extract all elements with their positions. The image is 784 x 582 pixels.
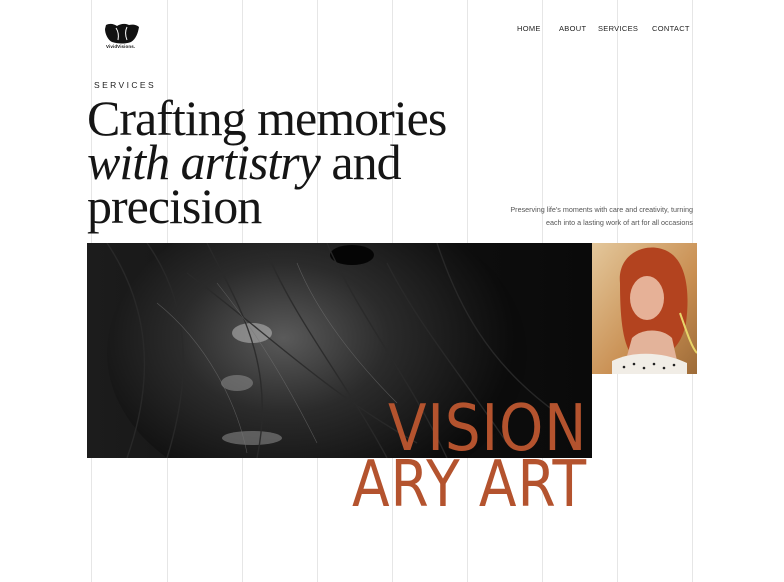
feature-title-line-2: ARY ART — [352, 448, 588, 522]
brand-logo[interactable]: VividVisions. — [104, 22, 144, 54]
tagline-line-2: each into a lasting work of art for all … — [545, 218, 693, 227]
nav-contact-link[interactable]: CONTACT — [652, 24, 690, 33]
hero-headline: Crafting memories with artistry and prec… — [87, 93, 527, 234]
side-photo-image — [592, 243, 697, 374]
section-eyebrow: SERVICES — [94, 80, 157, 90]
brand-name: VividVisions. — [106, 44, 136, 49]
logo-mark-icon — [105, 23, 139, 44]
headline-line-3: precision — [87, 178, 262, 234]
headline-line-2-rest: and — [319, 134, 401, 190]
nav-services-link[interactable]: SERVICES — [598, 24, 638, 33]
nav-home-link[interactable]: HOME — [517, 24, 541, 33]
side-photo — [592, 243, 697, 374]
hero-tagline: Preserving life's moments with care and … — [470, 203, 693, 229]
tagline-line-1: Preserving life's moments with care and … — [510, 205, 693, 214]
nav-about-link[interactable]: ABOUT — [559, 24, 586, 33]
